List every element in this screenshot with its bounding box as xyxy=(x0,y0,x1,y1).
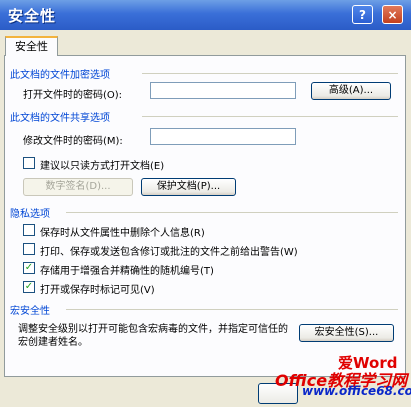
privacy-option-label: 打印、保存或发送包含修订或批注的文件之前给出警告(W) xyxy=(40,247,298,258)
privacy-section-title: 隐私选项 xyxy=(10,209,50,220)
privacy-option-label: 存储用于增强合并精确性的随机编号(T) xyxy=(40,266,214,277)
modify-password-label: 修改文件时的密码(M): xyxy=(23,136,123,147)
modify-password-field[interactable] xyxy=(150,128,296,145)
privacy-option-label: 打开或保存时标记可见(V) xyxy=(40,285,155,296)
privacy-checkbox-warn-tracked-changes[interactable] xyxy=(23,243,35,255)
watermark-url: www.office68.com xyxy=(302,384,411,398)
macro-security-button[interactable]: 宏安全性(S)... xyxy=(299,324,394,342)
open-password-field[interactable] xyxy=(150,82,296,99)
divider xyxy=(142,116,398,117)
protect-document-button[interactable]: 保护文档(P)... xyxy=(141,178,236,196)
dialog-title: 安全性 xyxy=(8,7,57,25)
privacy-checkbox-random-number[interactable]: ✓ xyxy=(23,262,35,274)
privacy-checkbox-markup-visible[interactable]: ✓ xyxy=(23,281,35,293)
digital-signature-button[interactable]: 数字签名(D)... xyxy=(23,178,133,196)
macro-section-title: 宏安全性 xyxy=(10,306,50,317)
macro-description: 调整安全级别以打开可能包含宏病毒的文件，并指定可信任的宏创建者姓名。 xyxy=(18,324,288,348)
help-button[interactable]: ? xyxy=(352,5,373,24)
title-bar: 安全性 ? × xyxy=(0,0,411,30)
tab-security[interactable]: 安全性 xyxy=(5,36,58,56)
encryption-section-title: 此文档的文件加密选项 xyxy=(10,70,110,81)
divider xyxy=(66,212,398,213)
advanced-button[interactable]: 高级(A)... xyxy=(311,82,391,100)
readonly-checkbox[interactable] xyxy=(23,157,35,169)
divider xyxy=(142,73,398,74)
open-password-label: 打开文件时的密码(O): xyxy=(23,90,123,101)
privacy-option-label: 保存时从文件属性中删除个人信息(R) xyxy=(40,228,205,239)
sharing-section-title: 此文档的文件共享选项 xyxy=(10,113,110,124)
divider xyxy=(66,309,398,310)
privacy-checkbox-remove-personal-info[interactable] xyxy=(23,224,35,236)
readonly-label: 建议以只读方式打开文档(E) xyxy=(40,161,165,172)
close-button[interactable]: × xyxy=(382,5,403,24)
security-dialog: 安全性 ? × 安全性 此文档的文件加密选项 打开文件时的密码(O): 高级(A… xyxy=(0,0,411,407)
